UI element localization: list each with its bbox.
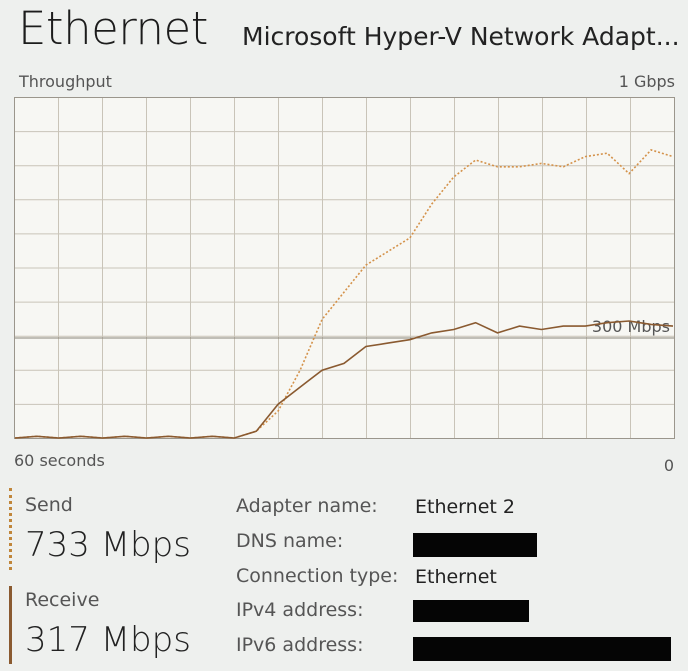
receive-indicator (9, 586, 12, 664)
scale-marker-label: 300 Mbps (592, 317, 670, 336)
send-indicator (9, 488, 12, 570)
max-scale-label: 1 Gbps (618, 72, 675, 91)
ipv4-address-redaction (413, 600, 529, 622)
dns-name-label: DNS name: (236, 530, 344, 552)
ipv4-address-label: IPv4 address: (236, 599, 364, 621)
ipv6-address-label: IPv6 address: (236, 634, 364, 656)
receive-label: Receive (25, 589, 100, 611)
adapter-description: Microsoft Hyper-V Network Adapt... (242, 22, 680, 51)
min-scale-label: 0 (663, 456, 674, 475)
send-label: Send (25, 494, 73, 516)
page-title: Ethernet (18, 2, 208, 55)
throughput-graph: 300 Mbps (14, 97, 675, 439)
dns-name-redaction (413, 533, 537, 557)
throughput-label: Throughput (19, 72, 112, 91)
connection-type-value: Ethernet (415, 566, 497, 588)
adapter-name-value: Ethernet 2 (415, 496, 515, 518)
ipv6-address-redaction (413, 637, 671, 661)
receive-value: 317 Mbps (25, 620, 191, 660)
time-span-label: 60 seconds (14, 451, 105, 470)
adapter-name-label: Adapter name: (236, 495, 378, 517)
send-value: 733 Mbps (25, 525, 191, 565)
connection-type-label: Connection type: (236, 565, 399, 587)
